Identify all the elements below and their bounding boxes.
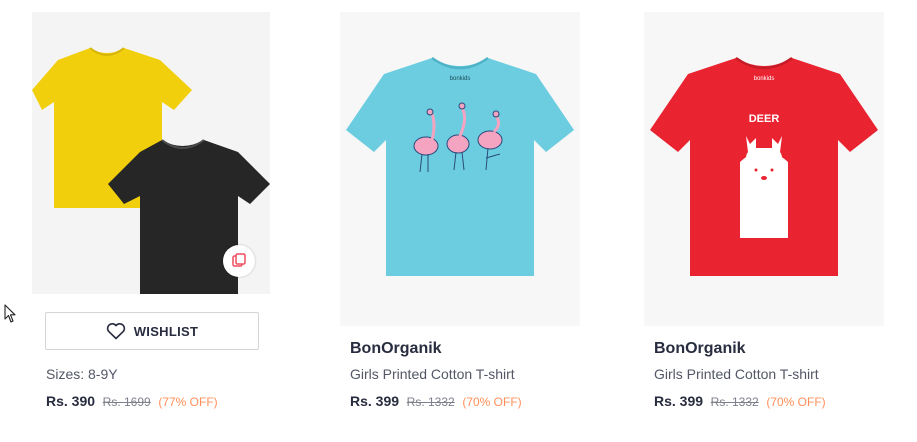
price-row: Rs. 399 Rs. 1332 (70% OFF) xyxy=(350,393,522,409)
product-image-3[interactable]: bonkids DEER xyxy=(644,12,884,326)
product-mrp: Rs. 1699 xyxy=(102,395,151,409)
product-brand: BonOrganik xyxy=(350,340,442,357)
blue-tshirt-image xyxy=(346,58,574,276)
wishlist-label: WISHLIST xyxy=(133,323,199,339)
shirt-print-logo: bonkids xyxy=(450,76,471,82)
product-discount: (77% OFF) xyxy=(158,395,218,409)
product-image-1[interactable] xyxy=(32,12,270,294)
mouse-pointer-icon xyxy=(4,304,16,323)
wishlist-button[interactable]: WISHLIST xyxy=(45,312,259,350)
product-card-3[interactable]: bonkids DEER BonOrganik Girls Printed Co… xyxy=(644,12,884,432)
heart-outline-icon xyxy=(106,323,125,340)
product-image-2[interactable]: bonkids xyxy=(340,12,580,326)
product-sizes: Sizes: 8-9Y xyxy=(46,366,118,382)
product-mrp: Rs. 1332 xyxy=(710,395,759,409)
view-similar-button[interactable] xyxy=(223,245,255,277)
price-row: Rs. 399 Rs. 1332 (70% OFF) xyxy=(654,393,826,409)
product-discount: (70% OFF) xyxy=(462,395,522,409)
product-price: Rs. 390 xyxy=(46,393,96,409)
product-card-2[interactable]: bonkids BonOrganik Girls Printed Cotton … xyxy=(340,12,580,432)
view-similar-icon xyxy=(232,253,246,267)
product-price: Rs. 399 xyxy=(350,393,400,409)
product-title: Girls Printed Cotton T-shirt xyxy=(654,366,819,382)
product-title: Girls Printed Cotton T-shirt xyxy=(350,366,515,382)
product-brand: BonOrganik xyxy=(654,340,746,357)
product-discount: (70% OFF) xyxy=(766,395,826,409)
product-price: Rs. 399 xyxy=(654,393,704,409)
svg-text:bonkids: bonkids xyxy=(754,76,775,82)
shirt-print-text: DEER xyxy=(749,113,780,125)
product-mrp: Rs. 1332 xyxy=(406,395,455,409)
price-row: Rs. 390 Rs. 1699 (77% OFF) xyxy=(46,393,218,409)
product-card-1[interactable]: WISHLIST Sizes: 8-9Y Rs. 390 Rs. 1699 (7… xyxy=(32,12,270,416)
